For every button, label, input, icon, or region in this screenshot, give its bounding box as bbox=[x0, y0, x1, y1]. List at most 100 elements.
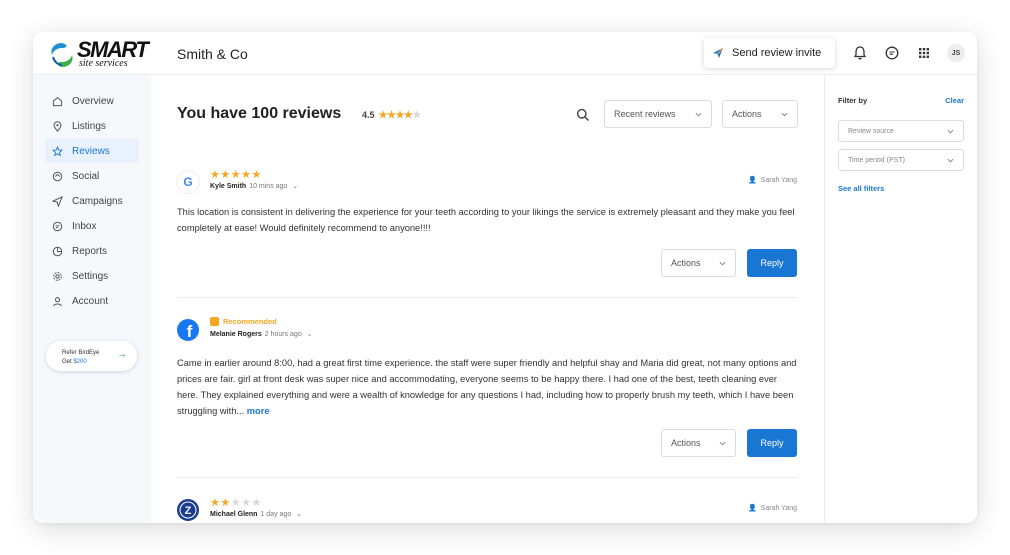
review-actions-button[interactable]: Actions bbox=[661, 429, 736, 457]
grid-icon[interactable] bbox=[916, 45, 932, 61]
review-time: 2 hours ago bbox=[264, 331, 302, 338]
send-icon bbox=[713, 47, 724, 58]
refer-amount: $200 bbox=[73, 359, 87, 365]
actions-dropdown-label: Actions bbox=[732, 109, 762, 119]
star-filled-icon: ★ bbox=[378, 109, 388, 121]
arrow-right-icon: → bbox=[117, 349, 127, 360]
sidebar-item-label: Campaigns bbox=[72, 195, 123, 207]
page-title: You have 100 reviews bbox=[177, 105, 342, 122]
logo-swirl-icon bbox=[51, 43, 73, 67]
sidebar-item-label: Social bbox=[72, 170, 100, 182]
review-actions-button[interactable]: Actions bbox=[661, 249, 736, 277]
review-assignee[interactable]: 👤 Sarah Yang bbox=[747, 504, 797, 513]
review-site-icon: Z bbox=[177, 499, 199, 521]
review-time: 10 mins ago bbox=[249, 183, 288, 190]
svg-text:G: G bbox=[183, 175, 192, 189]
chevron-down-icon bbox=[695, 112, 702, 117]
reply-button[interactable]: Reply bbox=[747, 429, 797, 457]
send-icon bbox=[52, 195, 63, 207]
star-filled-icon: ★ bbox=[210, 497, 221, 509]
send-review-invite-label: Send review invite bbox=[732, 47, 822, 59]
chevron-down-icon bbox=[719, 261, 726, 266]
svg-text:Z: Z bbox=[185, 505, 192, 517]
sidebar-item-account[interactable]: Account bbox=[45, 289, 139, 313]
send-review-invite-button[interactable]: Send review invite bbox=[704, 38, 835, 68]
app-window: SMART site services Smith & Co Send revi… bbox=[33, 32, 977, 523]
review-stars: ★★★★★ bbox=[210, 496, 262, 509]
top-bar: SMART site services Smith & Co Send revi… bbox=[33, 32, 977, 75]
reviews-main: You have 100 reviews 4.5 ★★★★★ Recent re… bbox=[151, 75, 824, 523]
time-period-select[interactable]: Time period (PST) bbox=[838, 149, 964, 171]
star-empty-icon: ★ bbox=[251, 497, 262, 509]
brand-logo[interactable]: SMART site services bbox=[49, 37, 149, 70]
star-empty-icon: ★ bbox=[241, 497, 252, 509]
gear-icon bbox=[53, 271, 62, 281]
facebook-icon: f bbox=[177, 319, 199, 341]
google-icon: G bbox=[177, 171, 199, 193]
sort-select-value: Recent reviews bbox=[614, 109, 676, 119]
chat-icon[interactable] bbox=[884, 45, 900, 61]
actions-dropdown[interactable]: Actions bbox=[722, 100, 798, 128]
company-name[interactable]: Smith & Co bbox=[177, 46, 248, 62]
search-icon[interactable] bbox=[576, 108, 590, 122]
review-text: Came in earlier around 8:00, had a great… bbox=[177, 358, 797, 416]
recommended-badge: Recommended bbox=[210, 317, 277, 326]
star-empty-icon: ★ bbox=[412, 109, 421, 121]
chevron-down-icon bbox=[781, 112, 788, 117]
overall-rating: 4.5 ★★★★★ bbox=[356, 107, 427, 123]
star-filled-icon: ★ bbox=[210, 169, 221, 181]
location-icon bbox=[53, 120, 62, 132]
review-assignee[interactable]: 👤 Sarah Yang bbox=[747, 176, 797, 185]
review-author: Michael Glenn 1 day ago ⌄ bbox=[210, 511, 303, 518]
user-avatar[interactable]: JS bbox=[947, 44, 965, 62]
sidebar-item-reviews[interactable]: Reviews bbox=[45, 139, 139, 163]
rating-value: 4.5 bbox=[362, 110, 375, 120]
sidebar-item-label: Reviews bbox=[72, 145, 110, 157]
user-icon: 👤 bbox=[747, 177, 757, 184]
sidebar-item-label: Inbox bbox=[72, 220, 97, 232]
star-filled-icon: ★ bbox=[230, 169, 242, 181]
sidebar-item-listings[interactable]: Listings bbox=[45, 114, 139, 138]
rating-stars: ★★★★★ bbox=[378, 109, 422, 121]
chevron-down-icon[interactable]: ⌄ bbox=[305, 331, 313, 338]
star-filled-icon: ★ bbox=[251, 169, 262, 181]
inbox-icon bbox=[52, 221, 63, 231]
bell-icon[interactable] bbox=[852, 45, 868, 61]
review-time: 1 day ago bbox=[260, 511, 292, 518]
chevron-down-icon[interactable]: ⌄ bbox=[290, 183, 298, 190]
clear-filters-link[interactable]: Clear bbox=[945, 96, 964, 105]
chevron-down-icon[interactable]: ⌄ bbox=[294, 511, 302, 518]
chevron-down-icon bbox=[947, 158, 954, 163]
review-source-select[interactable]: Review source bbox=[838, 120, 964, 142]
star-icon bbox=[52, 145, 63, 156]
sidebar-item-overview[interactable]: Overview bbox=[45, 89, 139, 113]
sidebar-item-label: Reports bbox=[72, 245, 108, 257]
review-text: This location is consistent in deliverin… bbox=[177, 207, 795, 233]
star-empty-icon: ★ bbox=[230, 497, 242, 509]
recommend-icon bbox=[210, 317, 219, 326]
chevron-down-icon bbox=[719, 441, 726, 446]
sidebar-item-label: Settings bbox=[72, 270, 109, 282]
pie-chart-icon bbox=[52, 246, 63, 256]
filter-panel: Filter by Clear Review source Time perio… bbox=[824, 75, 977, 523]
sidebar-item-campaigns[interactable]: Campaigns bbox=[45, 189, 139, 213]
sidebar-item-inbox[interactable]: Inbox bbox=[45, 214, 139, 238]
sidebar-item-label: Account bbox=[72, 295, 109, 307]
user-icon: 👤 bbox=[747, 505, 757, 512]
star-filled-icon: ★ bbox=[220, 169, 231, 181]
star-filled-icon: ★ bbox=[220, 497, 231, 509]
svg-text:f: f bbox=[187, 322, 193, 341]
review-author: Kyle Smith 10 mins ago ⌄ bbox=[210, 183, 299, 190]
filter-title: Filter by bbox=[838, 96, 868, 105]
refer-birdeye-card[interactable]: Refer BirdEye Get $200 → bbox=[46, 341, 137, 371]
social-icon bbox=[52, 171, 63, 181]
sidebar-item-reports[interactable]: Reports bbox=[45, 239, 139, 263]
sort-select[interactable]: Recent reviews bbox=[604, 100, 712, 128]
more-link[interactable]: more bbox=[247, 406, 270, 416]
sidebar-item-settings[interactable]: Settings bbox=[45, 264, 139, 288]
review-divider bbox=[177, 477, 797, 478]
sidebar-item-social[interactable]: Social bbox=[45, 164, 139, 188]
sidebar-item-label: Overview bbox=[72, 95, 114, 107]
see-all-filters-link[interactable]: See all filters bbox=[838, 184, 884, 193]
reply-button[interactable]: Reply bbox=[747, 249, 797, 277]
